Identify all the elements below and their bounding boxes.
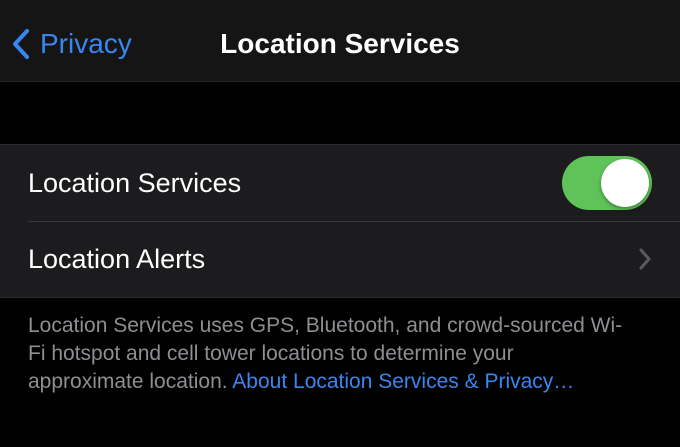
about-location-privacy-link[interactable]: About Location Services & Privacy…	[232, 370, 574, 393]
location-services-toggle[interactable]	[562, 156, 652, 210]
location-services-row: Location Services	[0, 145, 680, 221]
toggle-knob	[601, 159, 649, 207]
footer-description: Location Services uses GPS, Bluetooth, a…	[28, 312, 628, 396]
page-title-text: Location Services	[220, 28, 460, 59]
location-services-label: Location Services	[28, 167, 242, 198]
page-title: Location Services	[0, 24, 680, 64]
chevron-right-icon	[639, 248, 651, 270]
navigation-bar: Privacy Location Services	[0, 0, 680, 82]
location-alerts-label: Location Alerts	[28, 243, 206, 274]
settings-group: Location Services Location Alerts	[0, 144, 680, 298]
location-alerts-row[interactable]: Location Alerts	[0, 221, 680, 297]
